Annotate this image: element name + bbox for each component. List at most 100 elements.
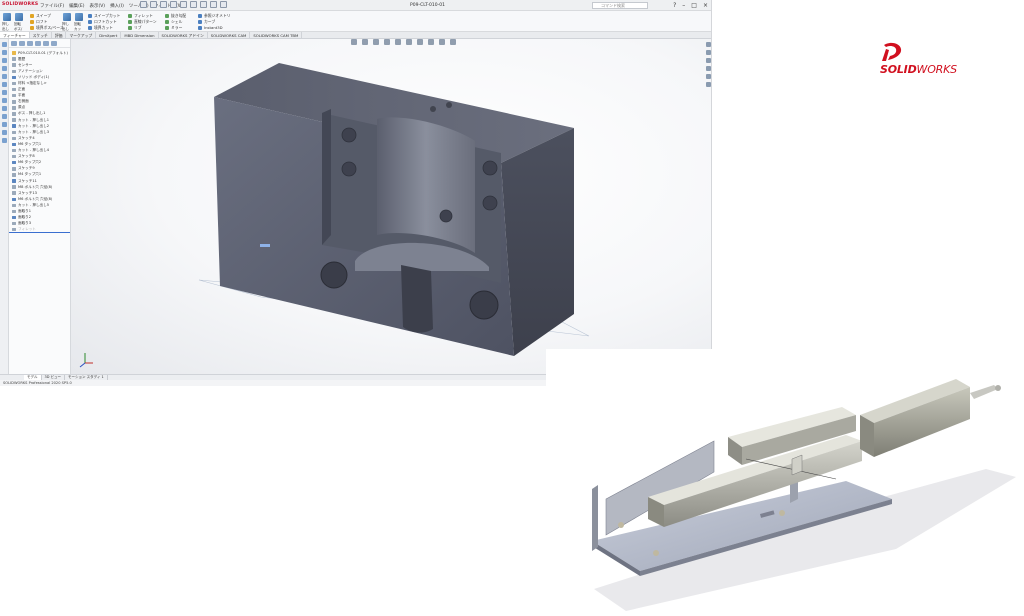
arc-icon[interactable] (1, 66, 7, 71)
feature-icon (12, 221, 16, 226)
file-explorer-icon[interactable] (705, 58, 711, 63)
close-button[interactable]: × (703, 2, 708, 9)
open-icon[interactable] (160, 1, 167, 8)
loft-button[interactable]: ロフト (30, 19, 64, 24)
rectangle-icon[interactable] (1, 50, 7, 55)
trim-icon[interactable] (1, 82, 7, 87)
screw-3 (779, 510, 785, 516)
mirror-label: ミラー (171, 24, 183, 30)
boundary-boss-button[interactable]: 境界ボス/ベース (30, 25, 64, 30)
appearances-icon[interactable] (705, 74, 711, 79)
rebuild-icon[interactable] (210, 1, 217, 8)
feature-label: M6 ボルト穴 穴径(8) (18, 196, 53, 201)
help-button[interactable]: ? (673, 2, 676, 9)
command-search-input[interactable]: コマンド検索 (592, 2, 648, 9)
view-palette-icon[interactable] (705, 66, 711, 71)
shell-button[interactable]: シェル (165, 19, 186, 24)
feature-label: 面取り2 (18, 215, 32, 220)
fillet-button[interactable]: フィレット (128, 13, 157, 18)
feature-icon (12, 87, 16, 92)
tab-markup[interactable]: マークアップ (66, 32, 97, 38)
boundary-cut-icon (88, 25, 92, 30)
design-library-icon[interactable] (705, 50, 711, 55)
maximize-button[interactable]: □ (691, 2, 697, 9)
linear-pattern-button[interactable]: 直線パターン (128, 19, 157, 24)
tab-addins[interactable]: SOLIDWORKS アドイン (159, 32, 208, 38)
feature-icon (12, 142, 16, 147)
feature-label: センサー (18, 62, 33, 67)
part-model[interactable] (71, 39, 712, 374)
menu-view[interactable]: 表示(V) (89, 3, 105, 9)
resources-icon[interactable] (705, 42, 711, 47)
tab-evaluate[interactable]: 評価 (52, 32, 67, 38)
command-manager-ribbon: 押し出し ボス/ベース 回転 ボス/ベース スイープ ロフト 境界ボス/ベース … (0, 11, 711, 46)
options-icon[interactable] (220, 1, 227, 8)
configuration-tab-icon[interactable] (27, 41, 33, 46)
smart-dimension-icon[interactable] (1, 106, 7, 111)
sweep-button[interactable]: スイープ (30, 13, 64, 18)
print-icon[interactable] (180, 1, 187, 8)
feature-icon (12, 93, 16, 98)
point-icon[interactable] (1, 130, 7, 135)
minimize-button[interactable]: – (682, 2, 685, 9)
home-icon[interactable] (140, 1, 147, 8)
tab-cam[interactable]: SOLIDWORKS CAM (208, 32, 251, 38)
hole-pocket-2 (341, 161, 357, 177)
select-icon[interactable] (200, 1, 207, 8)
new-icon[interactable] (150, 1, 157, 8)
display-manager-tab-icon[interactable] (43, 41, 49, 46)
menu-insert[interactable]: 挿入(I) (110, 3, 124, 9)
cam-tab-icon[interactable] (51, 41, 57, 46)
draft-button[interactable]: 抜き勾配 (165, 13, 186, 18)
hole-front-2 (469, 290, 499, 320)
feature-label: 面取り3 (18, 221, 32, 226)
menu-file[interactable]: ファイル(F) (40, 3, 64, 9)
feature-tree-tab-icon[interactable] (11, 41, 17, 46)
left-bracket (592, 485, 598, 551)
circle-icon[interactable] (1, 58, 7, 63)
dimxpert-tab-icon[interactable] (35, 41, 41, 46)
relations-icon[interactable] (1, 114, 7, 119)
tab-features[interactable]: フィーチャー (0, 32, 30, 38)
screenshot-composite: SOLIDWORKS ファイル(F) 編集(E) 表示(V) 挿入(I) ツール… (0, 0, 1024, 616)
graphics-area[interactable] (71, 39, 712, 374)
undo-icon[interactable] (190, 1, 197, 8)
curves-label: カーブ (204, 18, 216, 24)
feature-tree-item[interactable]: P09-CLT-010-01 (デフォルト) (9, 50, 70, 56)
fillet-sketch-icon[interactable] (1, 122, 7, 127)
curves-button[interactable]: カーブ (198, 19, 231, 24)
loft-cut-button[interactable]: ロフトカット (88, 19, 120, 24)
sketch-marker (260, 244, 270, 247)
save-icon[interactable] (170, 1, 177, 8)
mirror-button[interactable]: ミラー (165, 25, 186, 30)
reference-geometry-button[interactable]: 参照ジオメトリ (198, 13, 231, 18)
boundary-cut-button[interactable]: 境界カット (88, 25, 120, 30)
line-icon[interactable] (1, 42, 7, 47)
hole-top-1 (430, 106, 436, 112)
custom-properties-icon[interactable] (705, 82, 711, 87)
motor-shaft (970, 385, 998, 399)
feature-icon (12, 179, 16, 183)
revolve-boss-icon (15, 13, 23, 21)
spline-icon[interactable] (1, 74, 7, 79)
feature-icon (12, 173, 16, 177)
document-title: P09-CLT-010-01 (410, 3, 445, 8)
centerline-icon[interactable] (1, 138, 7, 143)
tab-mbd-dimension[interactable]: MBD Dimension (121, 32, 159, 38)
offset-icon[interactable] (1, 90, 7, 95)
rib-button[interactable]: リブ (128, 25, 157, 30)
sweep-cut-button[interactable]: スイープカット (88, 13, 120, 18)
menu-edit[interactable]: 編集(E) (69, 3, 84, 9)
mirror-entities-icon[interactable] (1, 98, 7, 103)
brand-wordmark-light: WORKS (916, 63, 958, 76)
shell-icon (165, 19, 169, 24)
quick-access-toolbar (140, 1, 227, 8)
feature-label: カット - 押し出し1 (18, 117, 50, 122)
feature-tree-item[interactable]: フィレット (9, 227, 70, 233)
ribbon-group-cut: スイープカット ロフトカット 境界カット (88, 13, 120, 30)
tab-sketch[interactable]: スケッチ (30, 32, 52, 38)
tab-dimxpert[interactable]: DimXpert (96, 32, 122, 38)
tab-cam-tbm[interactable]: SOLIDWORKS CAM TBM (250, 32, 303, 38)
instant3d-button[interactable]: Instant3D (198, 25, 231, 30)
property-manager-tab-icon[interactable] (19, 41, 25, 46)
